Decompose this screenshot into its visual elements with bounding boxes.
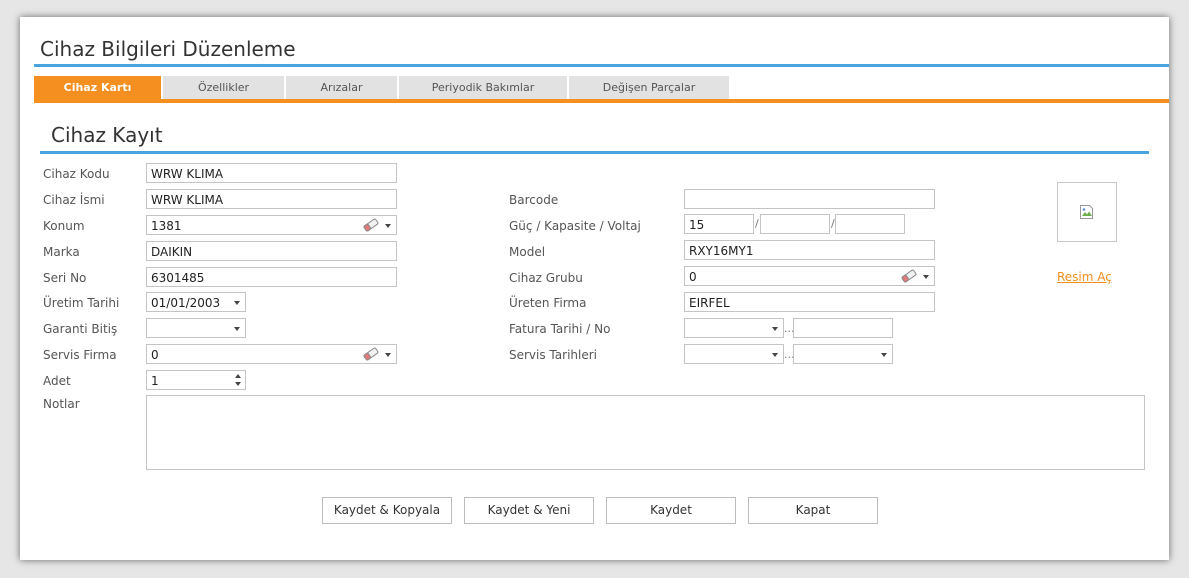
chevron-down-icon[interactable] — [234, 301, 240, 305]
marka-label: Marka — [43, 245, 80, 259]
chevron-down-icon[interactable] — [234, 327, 240, 331]
close-button[interactable]: Kapat — [748, 497, 878, 524]
guc-input[interactable]: 15 — [684, 214, 754, 234]
cihaz-kodu-input[interactable]: WRW KLIMA — [146, 163, 397, 183]
servis-firma-select[interactable]: 0 — [146, 344, 397, 364]
fatura-tarihi-date[interactable] — [684, 318, 784, 338]
eraser-icon[interactable] — [362, 347, 380, 361]
seri-no-value: 6301485 — [151, 271, 205, 285]
uretim-tarihi-date[interactable]: 01/01/2003 — [146, 292, 246, 312]
tab-arizalar[interactable]: Arızalar — [286, 76, 397, 99]
barcode-input[interactable] — [684, 189, 935, 209]
garanti-bitis-date[interactable] — [146, 318, 246, 338]
cihaz-kodu-value: WRW KLIMA — [151, 167, 224, 181]
edit-dialog: Cihaz Bilgileri Düzenleme Cihaz Kartı Öz… — [20, 17, 1169, 560]
save-button[interactable]: Kaydet — [606, 497, 736, 524]
adet-stepper[interactable]: 1 — [146, 370, 246, 390]
cihaz-kodu-label: Cihaz Kodu — [43, 167, 110, 181]
section-divider — [40, 151, 1149, 154]
tab-periyodik-bakimlar[interactable]: Periyodik Bakımlar — [399, 76, 567, 99]
chevron-down-icon[interactable] — [772, 327, 778, 331]
seri-no-input[interactable]: 6301485 — [146, 267, 397, 287]
adet-value: 1 — [151, 374, 159, 388]
tab-degisen-parcalar[interactable]: Değişen Parçalar — [569, 76, 729, 99]
kapasite-input[interactable] — [760, 214, 830, 234]
cihaz-ismi-input[interactable]: WRW KLIMA — [146, 189, 397, 209]
cihaz-grubu-label: Cihaz Grubu — [509, 271, 583, 285]
cihaz-grubu-select[interactable]: 0 — [684, 266, 935, 286]
garanti-bitis-label: Garanti Bitiş — [43, 322, 118, 336]
eraser-icon[interactable] — [362, 218, 380, 232]
tab-ozellikler[interactable]: Özellikler — [163, 76, 284, 99]
adet-label: Adet — [43, 374, 71, 388]
cihaz-ismi-label: Cihaz İsmi — [43, 193, 105, 207]
chevron-down-icon[interactable] — [881, 353, 887, 357]
servis-firma-label: Servis Firma — [43, 348, 117, 362]
save-copy-button[interactable]: Kaydet & Kopyala — [322, 497, 452, 524]
model-value: RXY16MY1 — [689, 244, 754, 258]
chevron-down-icon[interactable] — [385, 353, 391, 357]
ureten-firma-label: Üreten Firma — [509, 296, 587, 310]
notlar-label: Notlar — [43, 397, 80, 411]
notlar-textarea[interactable] — [146, 395, 1145, 470]
servis-tarihleri-label: Servis Tarihleri — [509, 348, 597, 362]
konum-label: Konum — [43, 219, 85, 233]
konum-select[interactable]: 1381 — [146, 215, 397, 235]
servis-firma-value: 0 — [151, 348, 159, 362]
model-input[interactable]: RXY16MY1 — [684, 240, 935, 260]
marka-input[interactable]: DAIKIN — [146, 241, 397, 261]
dialog-title: Cihaz Bilgileri Düzenleme — [40, 37, 296, 61]
uretim-tarihi-label: Üretim Tarihi — [43, 296, 120, 310]
ureten-firma-input[interactable]: EIRFEL — [684, 292, 935, 312]
spin-down-icon[interactable] — [235, 382, 241, 386]
tab-cihaz-karti[interactable]: Cihaz Kartı — [34, 76, 161, 99]
chevron-down-icon[interactable] — [385, 224, 391, 228]
tab-underline — [34, 99, 1169, 103]
tab-bar: Cihaz Kartı Özellikler Arızalar Periyodi… — [34, 76, 1169, 99]
section-title: Cihaz Kayıt — [51, 123, 163, 147]
cihaz-ismi-value: WRW KLIMA — [151, 193, 224, 207]
guc-label: Güç / Kapasite / Voltaj — [509, 219, 641, 233]
fatura-no-input[interactable] — [793, 318, 893, 338]
device-image[interactable] — [1057, 182, 1117, 242]
fatura-label: Fatura Tarihi / No — [509, 322, 611, 336]
chevron-down-icon[interactable] — [772, 353, 778, 357]
guc-separator: / — [755, 217, 759, 230]
voltaj-input[interactable] — [835, 214, 905, 234]
servis-tarihi-start-date[interactable] — [684, 344, 784, 364]
cihaz-grubu-value: 0 — [689, 270, 697, 284]
barcode-label: Barcode — [509, 193, 559, 207]
title-divider — [34, 64, 1169, 67]
model-label: Model — [509, 245, 546, 259]
spin-up-icon[interactable] — [235, 374, 241, 378]
marka-value: DAIKIN — [151, 245, 193, 259]
eraser-icon[interactable] — [900, 269, 918, 283]
ureten-firma-value: EIRFEL — [689, 296, 730, 310]
guc-value: 15 — [689, 218, 705, 232]
uretim-tarihi-value: 01/01/2003 — [151, 296, 221, 310]
save-new-button[interactable]: Kaydet & Yeni — [464, 497, 594, 524]
open-image-link[interactable]: Resim Aç — [1057, 270, 1112, 284]
broken-image-icon — [1080, 205, 1093, 219]
seri-no-label: Seri No — [43, 271, 87, 285]
konum-value: 1381 — [151, 219, 182, 233]
servis-tarihi-end-date[interactable] — [793, 344, 893, 364]
chevron-down-icon[interactable] — [923, 275, 929, 279]
